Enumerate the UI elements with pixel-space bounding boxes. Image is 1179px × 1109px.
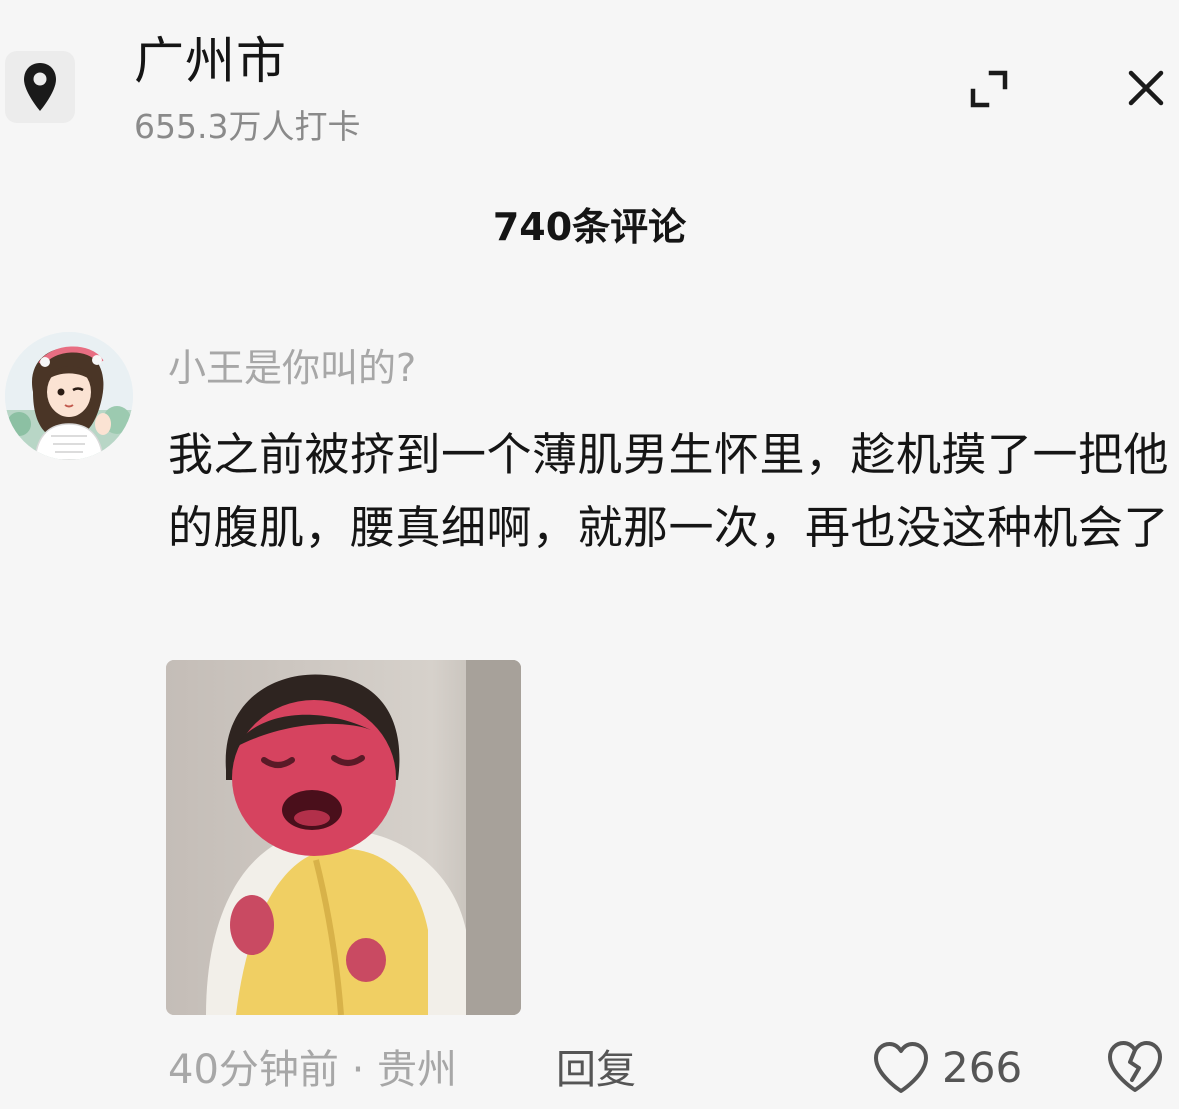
checkin-count: 655.3万人打卡 <box>134 107 361 146</box>
close-button[interactable] <box>1118 60 1174 116</box>
reply-button[interactable]: 回复 <box>556 1042 636 1098</box>
close-icon <box>1128 70 1164 106</box>
heart-icon <box>874 1042 928 1093</box>
comment-username[interactable]: 小王是你叫的? <box>168 342 416 394</box>
comment-image[interactable] <box>166 660 521 1015</box>
comment-time-location: 40分钟前 · 贵州 <box>168 1047 458 1093</box>
comment-text: 我之前被挤到一个薄肌男生怀里，趁机摸了一把他的腹肌，腰真细啊，就那一次，再也没这… <box>168 428 1170 554</box>
location-title[interactable]: 广州市 <box>134 30 287 92</box>
collapse-expand-icon <box>970 70 1008 108</box>
like-count: 266 <box>942 1043 1023 1092</box>
map-pin-icon <box>24 63 56 111</box>
avatar[interactable] <box>5 332 133 460</box>
like-button[interactable]: 266 <box>872 1036 1022 1100</box>
dislike-button[interactable] <box>1104 1036 1166 1098</box>
comments-panel: 广州市 655.3万人打卡 740条评论 小王是你叫的? 我之前被挤到一个薄肌男… <box>0 0 1179 1109</box>
expand-button[interactable] <box>962 62 1016 116</box>
comments-count-title: 740条评论 <box>492 205 687 249</box>
broken-heart-icon <box>1108 1041 1162 1092</box>
cartoon-avatar-image <box>5 332 133 460</box>
crying-child-sticker <box>166 660 521 1015</box>
location-pin-button[interactable] <box>5 51 75 123</box>
